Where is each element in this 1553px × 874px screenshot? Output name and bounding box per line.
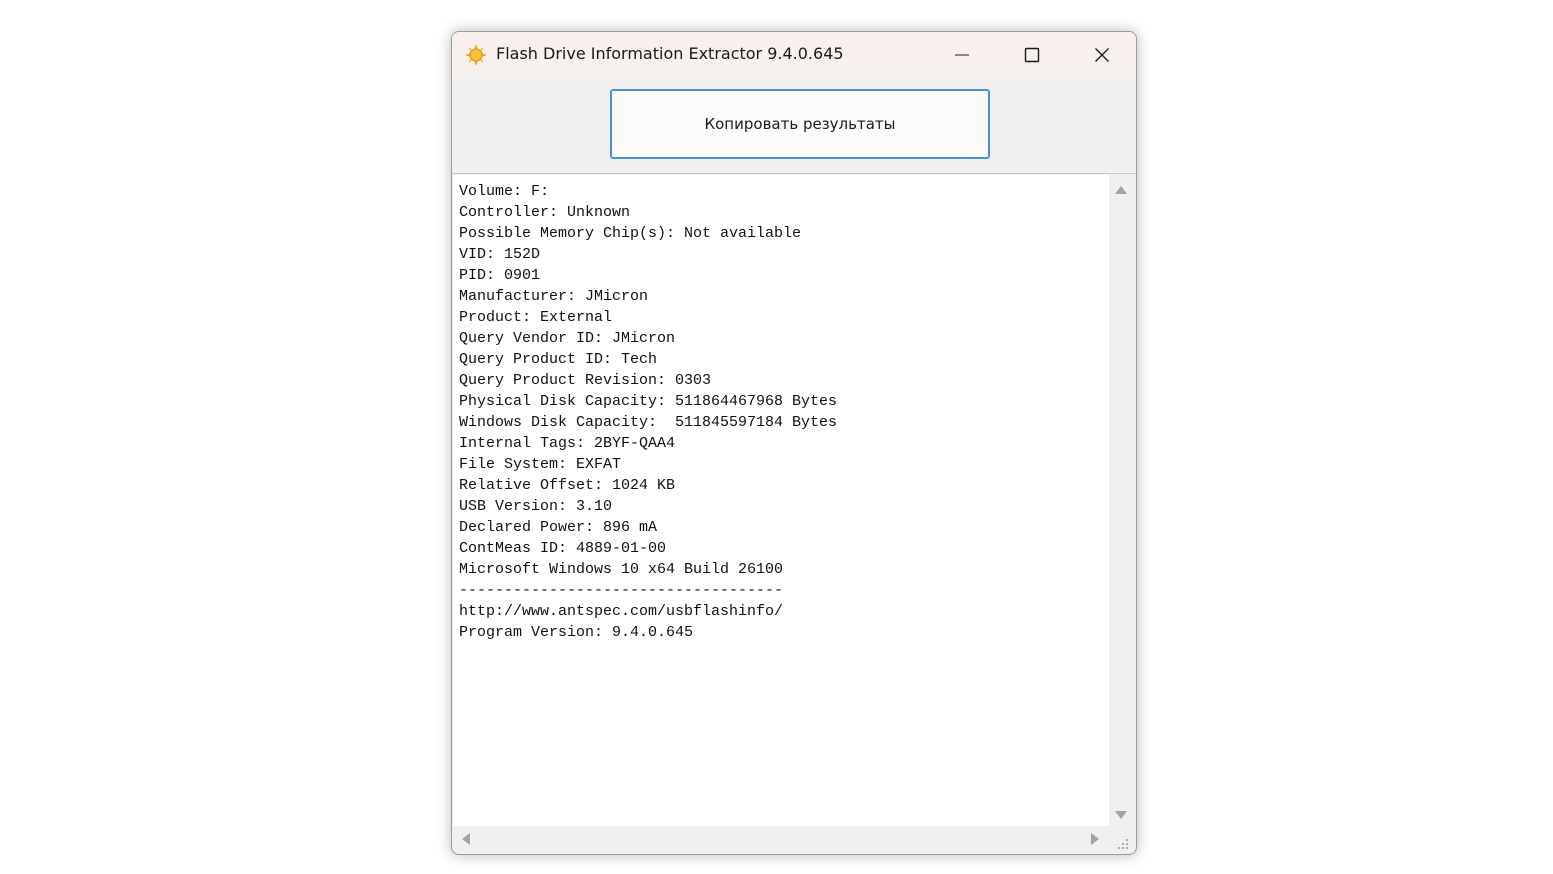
scroll-down-arrow-icon[interactable]	[1115, 811, 1127, 819]
result-line: http://www.antspec.com/usbflashinfo/	[459, 603, 784, 620]
result-line: Windows Disk Capacity: 511845597184 Byte…	[459, 414, 838, 431]
result-line: Product: External	[459, 309, 613, 326]
minimize-icon	[955, 54, 969, 55]
scroll-left-arrow-icon[interactable]	[462, 833, 470, 845]
result-line: Controller: Unknown	[459, 204, 631, 221]
window-title: Flash Drive Information Extractor 9.4.0.…	[496, 44, 844, 63]
result-line: Relative Offset: 1024 KB	[459, 477, 676, 494]
results-textbox[interactable]: Volume: F: Controller: Unknown Possible Me…	[453, 175, 1109, 826]
result-line: Manufacturer: JMicron	[459, 288, 649, 305]
result-line: Query Vendor ID: JMicron	[459, 330, 676, 347]
maximize-icon	[1024, 47, 1040, 62]
result-line: Internal Tags: 2BYF-QAA4	[459, 435, 676, 452]
toolbar: Копировать результаты	[452, 77, 1136, 174]
close-button[interactable]	[1067, 32, 1136, 77]
result-line: Volume: F:	[459, 183, 550, 200]
close-icon	[1095, 47, 1109, 62]
minimize-button[interactable]	[927, 32, 997, 77]
result-line: Declared Power: 896 mA	[459, 519, 658, 536]
size-grip[interactable]	[1109, 826, 1134, 852]
results-text: Volume: F: Controller: Unknown Possible Me…	[459, 181, 837, 643]
result-line: Query Product Revision: 0303	[459, 372, 712, 389]
result-line: Query Product ID: Tech	[459, 351, 658, 368]
scroll-up-arrow-icon[interactable]	[1115, 186, 1127, 194]
result-line: USB Version: 3.10	[459, 498, 613, 515]
title-bar[interactable]: Flash Drive Information Extractor 9.4.0.…	[452, 32, 1136, 77]
result-line: Physical Disk Capacity: 511864467968 Byt…	[459, 393, 838, 410]
maximize-button[interactable]	[997, 32, 1067, 77]
result-line: ------------------------------------	[459, 582, 784, 599]
horizontal-scrollbar[interactable]	[453, 826, 1109, 852]
result-line: Program Version: 9.4.0.645	[459, 624, 694, 641]
result-line: Possible Memory Chip(s): Not available	[459, 225, 802, 242]
result-line: VID: 152D	[459, 246, 541, 263]
app-window: Flash Drive Information Extractor 9.4.0.…	[451, 31, 1137, 855]
scroll-right-arrow-icon[interactable]	[1091, 833, 1099, 845]
copy-results-button[interactable]: Копировать результаты	[610, 89, 990, 159]
sun-icon	[465, 44, 487, 66]
result-line: File System: EXFAT	[459, 456, 622, 473]
result-line: PID: 0901	[459, 267, 541, 284]
result-line: Microsoft Windows 10 x64 Build 26100	[459, 561, 784, 578]
resize-grip-icon	[1118, 839, 1128, 849]
vertical-scrollbar[interactable]	[1109, 175, 1134, 826]
result-line: ContMeas ID: 4889-01-00	[459, 540, 667, 557]
